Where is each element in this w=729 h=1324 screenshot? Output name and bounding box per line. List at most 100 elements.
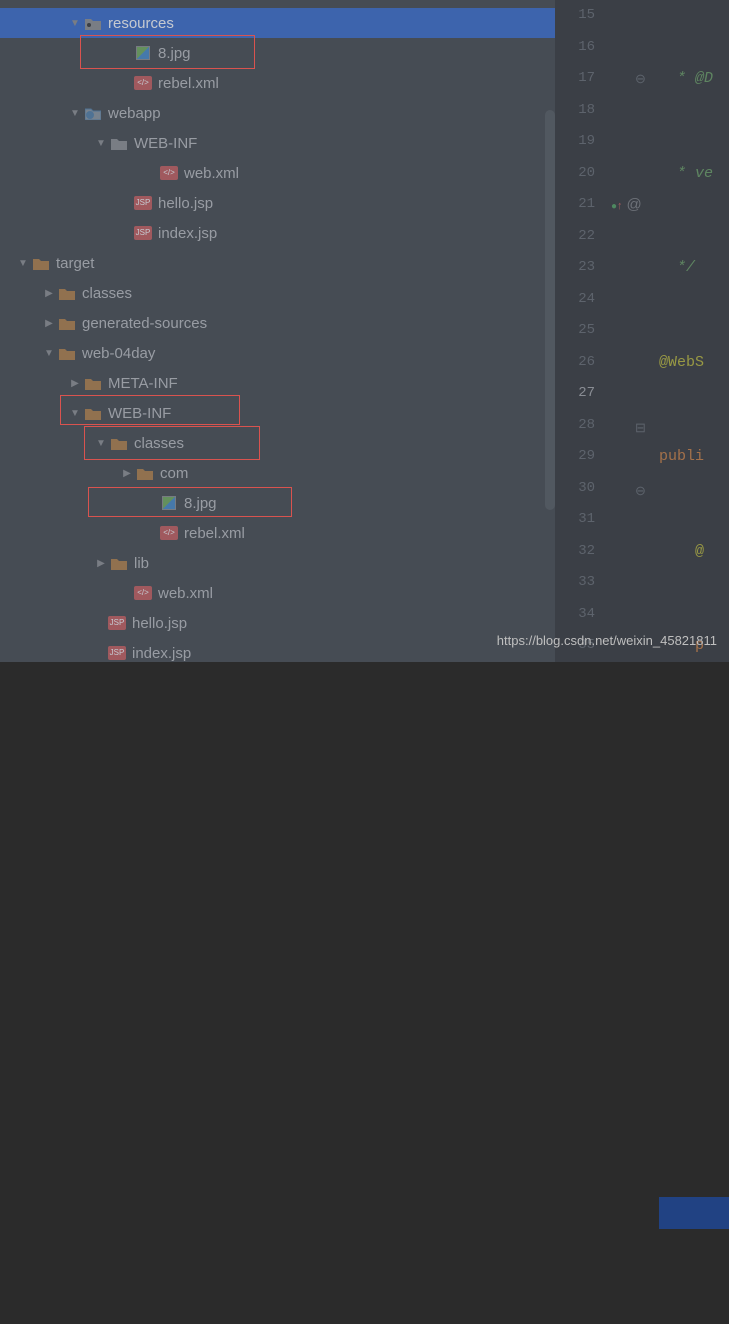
line-number: 17 <box>555 63 605 95</box>
folder-icon <box>58 284 76 302</box>
tree-item-com[interactable]: com <box>0 458 555 488</box>
xml-file-icon: </> <box>160 524 178 542</box>
tree-label: web.xml <box>158 585 213 602</box>
tree-item-gensrc[interactable]: generated-sources <box>0 308 555 338</box>
tree-item-8jpg-1[interactable]: 8.jpg <box>0 38 555 68</box>
line-number: 23 <box>555 252 605 284</box>
expand-arrow-icon[interactable] <box>40 288 58 299</box>
folder-icon <box>84 404 102 422</box>
tree-item-webxml-2[interactable]: </> web.xml <box>0 578 555 608</box>
line-number: 25 <box>555 315 605 347</box>
line-number: 19 <box>555 126 605 158</box>
folder-icon <box>32 254 50 272</box>
expand-arrow-icon[interactable] <box>66 408 84 419</box>
tree-label: generated-sources <box>82 315 207 332</box>
tree-item-index-2[interactable]: JSP index.jsp <box>0 638 555 662</box>
tree-item-webxml-1[interactable]: </> web.xml <box>0 158 555 188</box>
expand-arrow-icon[interactable] <box>40 348 58 359</box>
xml-file-icon: </> <box>160 164 178 182</box>
tree-item-webinf-1[interactable]: WEB-INF <box>0 128 555 158</box>
tree-label: resources <box>108 15 174 32</box>
tree-item-classes-2[interactable]: classes <box>0 428 555 458</box>
line-number: 33 <box>555 567 605 599</box>
line-number: 34 <box>555 599 605 631</box>
folder-icon <box>58 314 76 332</box>
tree-item-target[interactable]: target <box>0 248 555 278</box>
expand-arrow-icon[interactable] <box>66 378 84 389</box>
line-number: 27 <box>555 378 605 410</box>
jsp-file-icon: JSP <box>108 614 126 632</box>
tree-item-metainf[interactable]: META-INF <box>0 368 555 398</box>
tree-item-rebel-2[interactable]: </> rebel.xml <box>0 518 555 548</box>
fold-mark-icon[interactable]: ⊖ <box>605 475 655 507</box>
tree-item-index-1[interactable]: JSP index.jsp <box>0 218 555 248</box>
at-gutter-icon: @ <box>626 196 641 213</box>
tree-label: hello.jsp <box>158 195 213 212</box>
expand-arrow-icon[interactable] <box>14 258 32 269</box>
up-arrow-icon: ↑ <box>617 200 623 212</box>
line-number: 20 <box>555 158 605 190</box>
image-file-icon <box>134 44 152 62</box>
folder-icon <box>58 344 76 362</box>
watermark-text: https://blog.csdn.net/weixin_45821811 <box>497 633 717 648</box>
resources-folder-icon <box>84 14 102 32</box>
tree-label: webapp <box>108 105 161 122</box>
tree-label: web-04day <box>82 345 155 362</box>
tree-label: 8.jpg <box>158 45 191 62</box>
tree-label: index.jsp <box>132 645 191 662</box>
tree-label: com <box>160 465 188 482</box>
tree-label: classes <box>134 435 184 452</box>
tree-item-webinf-2[interactable]: WEB-INF <box>0 398 555 428</box>
line-number: 30 <box>555 473 605 505</box>
tree-label: index.jsp <box>158 225 217 242</box>
tree-item-webapp[interactable]: webapp <box>0 98 555 128</box>
tree-item-lib[interactable]: lib <box>0 548 555 578</box>
line-number: 24 <box>555 284 605 316</box>
gutter-marks: ⊖ ●↑ @ ⊟ ⊖ <box>605 0 655 662</box>
tree-label: target <box>56 255 94 272</box>
image-file-icon <box>160 494 178 512</box>
tree-label: classes <box>82 285 132 302</box>
expand-arrow-icon[interactable] <box>40 318 58 329</box>
folder-icon <box>110 134 128 152</box>
tree-label: hello.jsp <box>132 615 187 632</box>
tree-label: rebel.xml <box>158 75 219 92</box>
expand-arrow-icon[interactable] <box>118 468 136 479</box>
expand-arrow-icon[interactable] <box>92 558 110 569</box>
line-number: 29 <box>555 441 605 473</box>
tree-item-classes[interactable]: classes <box>0 278 555 308</box>
line-number-gutter: 15 16 17 18 19 20 21 22 23 24 25 26 27 2… <box>555 0 605 662</box>
tree-item-8jpg-2[interactable]: 8.jpg <box>0 488 555 518</box>
jsp-file-icon: JSP <box>134 194 152 212</box>
expand-arrow-icon[interactable] <box>66 18 84 29</box>
line-number: 16 <box>555 32 605 64</box>
tree-item-hello-2[interactable]: JSP hello.jsp <box>0 608 555 638</box>
expand-arrow-icon[interactable] <box>66 108 84 119</box>
code-editor[interactable]: * @D * ve */ @WebS publi @ p <box>655 0 729 662</box>
fold-mark-icon[interactable]: ⊟ <box>605 412 655 444</box>
expand-arrow-icon[interactable] <box>92 138 110 149</box>
folder-icon <box>84 374 102 392</box>
folder-icon <box>136 464 154 482</box>
project-tree: resources 8.jpg </> rebel.xml webapp WEB… <box>0 0 555 662</box>
line-number: 28 <box>555 410 605 442</box>
line-number: 22 <box>555 221 605 253</box>
tree-item-hello-1[interactable]: JSP hello.jsp <box>0 188 555 218</box>
tree-label: lib <box>134 555 149 572</box>
line-number: 32 <box>555 536 605 568</box>
tree-label: WEB-INF <box>134 135 197 152</box>
tree-item-rebel-1[interactable]: </> rebel.xml <box>0 68 555 98</box>
project-tree-panel: resources 8.jpg </> rebel.xml webapp WEB… <box>0 0 555 662</box>
tree-label: rebel.xml <box>184 525 245 542</box>
tree-label: web.xml <box>184 165 239 182</box>
xml-file-icon: </> <box>134 74 152 92</box>
expand-arrow-icon[interactable] <box>92 438 110 449</box>
folder-icon <box>110 554 128 572</box>
line-number: 26 <box>555 347 605 379</box>
line-number: 18 <box>555 95 605 127</box>
tree-item-web04[interactable]: web-04day <box>0 338 555 368</box>
jsp-file-icon: JSP <box>134 224 152 242</box>
jsp-file-icon: JSP <box>108 644 126 662</box>
fold-mark-icon[interactable]: ⊖ <box>605 63 655 95</box>
tree-item-resources[interactable]: resources <box>0 8 555 38</box>
